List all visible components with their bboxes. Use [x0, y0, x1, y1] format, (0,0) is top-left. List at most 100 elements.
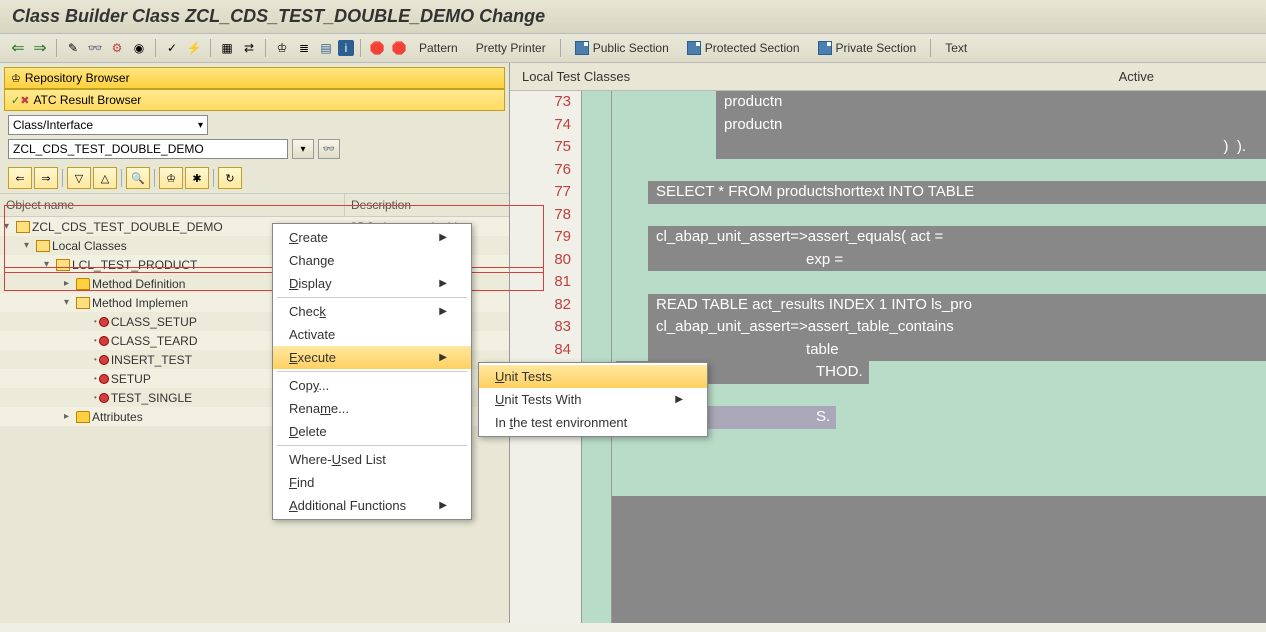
tree-header-name: Object name — [0, 194, 345, 216]
folder-open-icon — [56, 259, 70, 271]
menu-delete[interactable]: Delete — [273, 420, 471, 443]
find-button[interactable]: 🔍 — [126, 167, 150, 189]
tree2-button[interactable]: ✱ — [185, 167, 209, 189]
code-content[interactable]: productnproductn) ).SELECT * FROM produc… — [612, 91, 1266, 623]
activate-icon[interactable]: ⚡ — [184, 38, 204, 58]
tree-toolbar: ⇐ ⇒ ▽ △ 🔍 ♔ ✱ ↻ — [0, 163, 509, 193]
menu-activate[interactable]: Activate — [273, 323, 471, 346]
refresh-button[interactable]: ↻ — [218, 167, 242, 189]
bullet-icon: • — [94, 374, 97, 383]
check-icon[interactable]: ✓ — [162, 38, 182, 58]
test-icon[interactable]: ▦ — [217, 38, 237, 58]
menu-additional[interactable]: Additional Functions▶ — [273, 494, 471, 517]
expand-icon[interactable]: ▾ — [64, 297, 74, 308]
submenu-unit-tests-with[interactable]: Unit Tests With▶ — [479, 388, 707, 411]
local-test-label: Local Test Classes — [522, 69, 1119, 84]
atc-browser-label: ATC Result Browser — [33, 93, 141, 107]
right-header: Local Test Classes Active — [510, 63, 1266, 91]
menu-create[interactable]: CCreatereate▶ — [273, 226, 471, 249]
other-object-icon[interactable]: ⚙ — [107, 38, 127, 58]
display-icon[interactable]: 👓 — [85, 38, 105, 58]
glasses-button[interactable]: 👓 — [318, 139, 340, 159]
doc-icon — [575, 41, 589, 55]
submenu-test-env[interactable]: In the test environment — [479, 411, 707, 434]
object-type-dropdown[interactable]: Class/Interface ▾ — [8, 115, 208, 135]
bullet-icon: • — [94, 393, 97, 402]
breakpoint2-icon[interactable]: 🛑 — [389, 38, 409, 58]
expand-icon[interactable]: ▾ — [24, 240, 34, 251]
atc-browser-tab[interactable]: ✓✖ ATC Result Browser — [4, 89, 505, 111]
title-bar: Class Builder Class ZCL_CDS_TEST_DOUBLE_… — [0, 0, 1266, 34]
hierarchy-icon[interactable]: ♔ — [272, 38, 292, 58]
protected-section-button[interactable]: Protected Section — [679, 38, 808, 58]
tree-header-desc: Description — [345, 194, 417, 216]
context-menu: CCreatereate▶ Change Display▶ Check▶ Act… — [272, 223, 472, 520]
code-editor[interactable]: 737475767778798081828384 productnproduct… — [510, 91, 1266, 623]
method-icon — [99, 355, 109, 365]
chevron-down-icon: ▾ — [198, 120, 203, 131]
back-icon[interactable]: ⇐ — [8, 38, 28, 58]
breakpoint-icon[interactable]: 🛑 — [367, 38, 387, 58]
submenu-unit-tests[interactable]: Unit Tests — [479, 365, 707, 388]
expand-button[interactable]: △ — [93, 167, 117, 189]
repository-browser-tab[interactable]: ♔ Repository Browser — [4, 67, 505, 89]
method-icon — [99, 317, 109, 327]
doc-icon — [818, 41, 832, 55]
page-title: Class Builder Class ZCL_CDS_TEST_DOUBLE_… — [12, 6, 545, 26]
method-icon — [99, 393, 109, 403]
object-name-input[interactable]: ZCL_CDS_TEST_DOUBLE_DEMO — [8, 139, 288, 159]
folder-icon — [76, 411, 90, 423]
method-icon — [99, 374, 109, 384]
bullet-icon: • — [94, 355, 97, 364]
private-section-button[interactable]: Private Section — [810, 38, 925, 58]
tree1-button[interactable]: ♔ — [159, 167, 183, 189]
collapse-button[interactable]: ▽ — [67, 167, 91, 189]
right-panel: Local Test Classes Active 73747576777879… — [510, 63, 1266, 623]
expand-icon[interactable]: ▾ — [44, 259, 54, 270]
menu-rename[interactable]: Rename... — [273, 397, 471, 420]
left-panel: ♔ Repository Browser ✓✖ ATC Result Brows… — [0, 63, 510, 623]
main-toolbar: ⇐ ⇒ ✎ 👓 ⚙ ◉ ✓ ⚡ ▦ ⇄ ♔ ≣ ▤ i 🛑 🛑 Pattern … — [0, 34, 1266, 63]
hierarchy-icon: ♔ — [11, 72, 21, 85]
menu-change[interactable]: Change — [273, 249, 471, 272]
wand-icon[interactable]: ✎ — [63, 38, 83, 58]
next-button[interactable]: ⇒ — [34, 167, 58, 189]
doc-icon — [687, 41, 701, 55]
arrow-right-icon: ▶ — [439, 500, 447, 511]
list-icon[interactable]: ▤ — [316, 38, 336, 58]
arrow-right-icon: ▶ — [675, 394, 683, 405]
menu-check[interactable]: Check▶ — [273, 300, 471, 323]
arrow-right-icon: ▶ — [439, 352, 447, 363]
bullet-icon: • — [94, 336, 97, 345]
execute-submenu: Unit Tests Unit Tests With▶ In the test … — [478, 362, 708, 437]
forward-icon[interactable]: ⇒ — [30, 38, 50, 58]
line-gutter: 737475767778798081828384 — [510, 91, 582, 623]
pattern-button[interactable]: Pattern — [411, 38, 466, 58]
expand-icon[interactable]: ▸ — [64, 278, 74, 289]
expand-icon[interactable]: ▾ — [4, 221, 14, 232]
menu-where-used[interactable]: Where-Used List — [273, 448, 471, 471]
text-button[interactable]: Text — [937, 38, 975, 58]
menu-copy[interactable]: Copy... — [273, 374, 471, 397]
folder-open-icon — [36, 240, 50, 252]
folder-icon — [76, 278, 90, 290]
dropdown-toggle[interactable]: ▾ — [292, 139, 314, 159]
repository-browser-label: Repository Browser — [25, 71, 130, 85]
expand-icon[interactable]: ▸ — [64, 411, 74, 422]
status-label: Active — [1119, 69, 1154, 84]
menu-execute[interactable]: Execute▶ — [273, 346, 471, 369]
pretty-printer-button[interactable]: Pretty Printer — [468, 38, 554, 58]
public-section-button[interactable]: Public Section — [567, 38, 677, 58]
prev-button[interactable]: ⇐ — [8, 167, 32, 189]
where-used-icon[interactable]: ⇄ — [239, 38, 259, 58]
menu-find[interactable]: Find — [273, 471, 471, 494]
check-x-icon: ✓✖ — [11, 94, 29, 107]
menu-display[interactable]: Display▶ — [273, 272, 471, 295]
marker-column — [582, 91, 612, 623]
folder-open-icon — [76, 297, 90, 309]
outline-icon[interactable]: ≣ — [294, 38, 314, 58]
folder-open-icon — [16, 221, 30, 233]
enhance-icon[interactable]: ◉ — [129, 38, 149, 58]
info-icon[interactable]: i — [338, 40, 354, 56]
arrow-right-icon: ▶ — [439, 306, 447, 317]
